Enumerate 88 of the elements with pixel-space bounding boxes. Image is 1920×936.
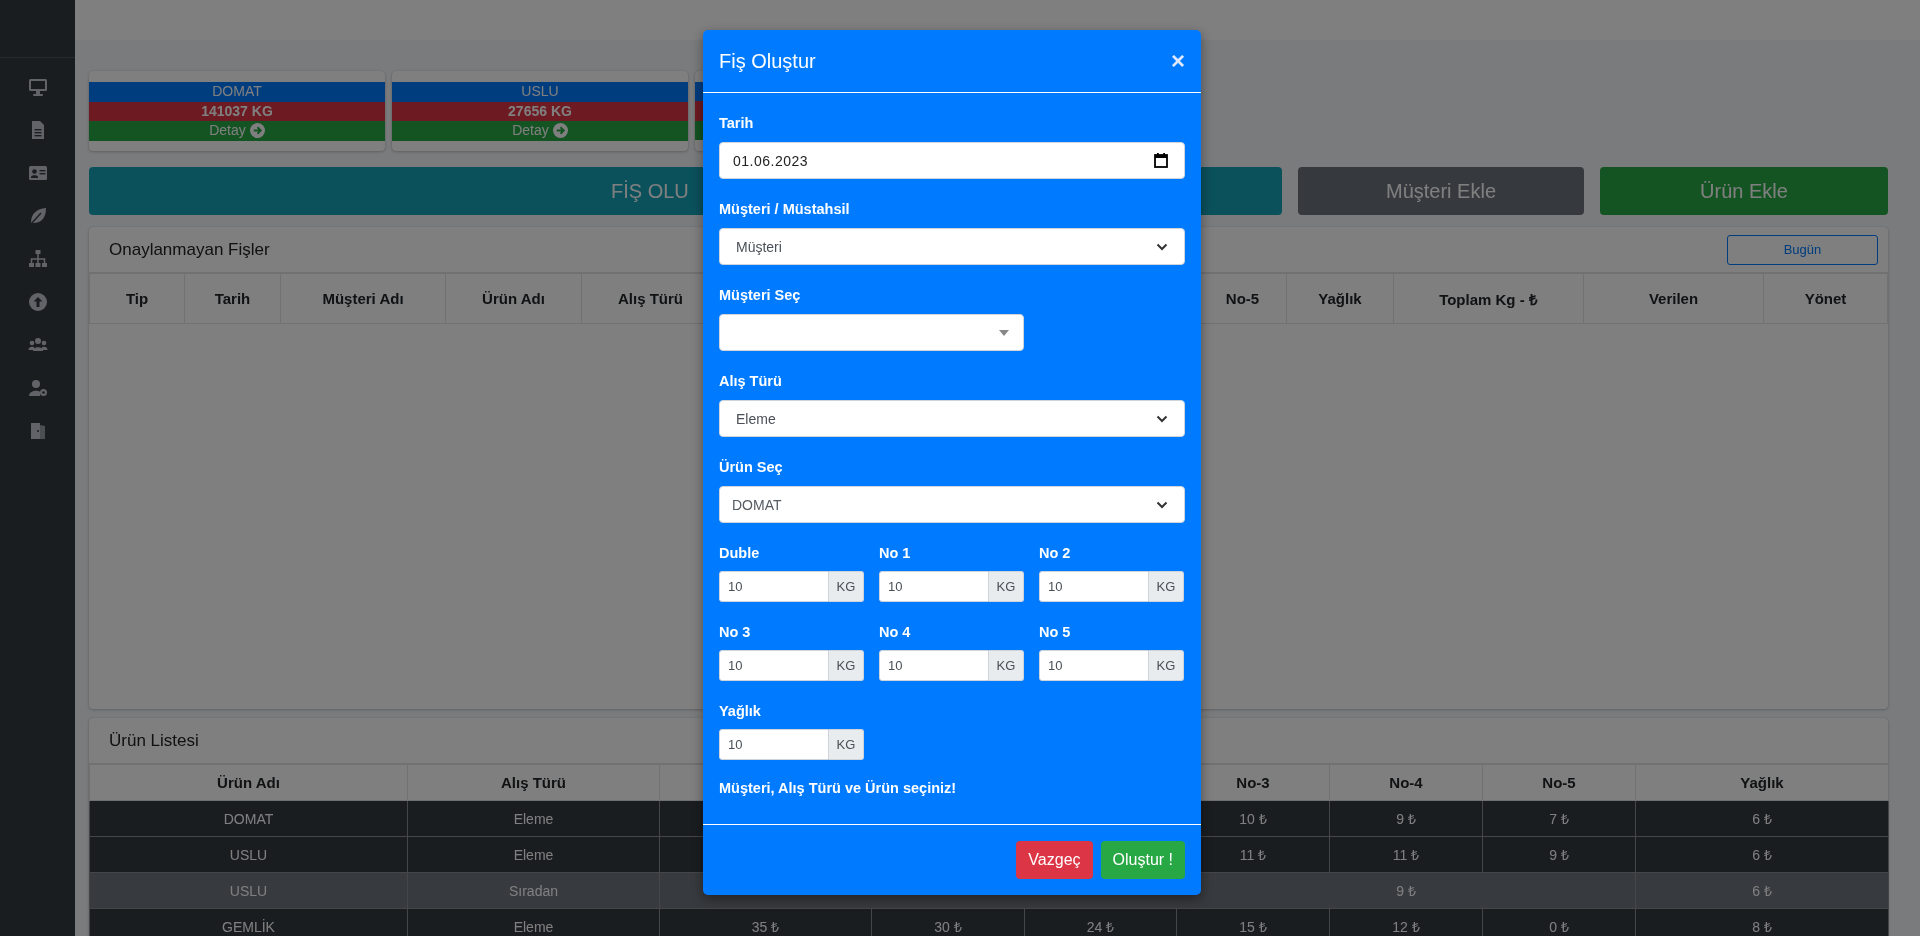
table-cell: DOMAT [89, 800, 408, 837]
column-header: No-5 [1482, 764, 1636, 801]
column-header: Yağlık [1286, 273, 1394, 324]
table-cell: 12 ₺ [1329, 908, 1483, 936]
select-field[interactable]: DOMAT [719, 486, 1185, 523]
input-field[interactable]: 10 [719, 571, 829, 602]
unit-label: KG [1149, 571, 1184, 602]
table-cell: Eleme [407, 908, 660, 936]
calendar-icon [1154, 153, 1168, 168]
table-cell: 9 ₺ [1329, 872, 1483, 909]
caret-icon [999, 329, 1009, 336]
id-card-icon[interactable] [27, 163, 48, 183]
field-label: Müşteri / Müstahsil [719, 200, 851, 218]
unit-label: KG [1149, 650, 1184, 681]
field-label: Duble [719, 544, 761, 562]
product-name: DOMAT [89, 82, 385, 102]
field-label: No 3 [719, 623, 752, 641]
select-field[interactable]: Müşteri [719, 228, 1185, 265]
table-cell: 6 ₺ [1635, 872, 1889, 909]
column-header: Müşteri Adı [280, 273, 446, 324]
unit-label: KG [829, 571, 864, 602]
column-header: Yönet [1763, 273, 1888, 324]
table-cell: Eleme [407, 800, 660, 837]
column-header: Alış Türü [407, 764, 660, 801]
table-cell: USLU [89, 872, 408, 909]
table-cell: 24 ₺ [1024, 908, 1177, 936]
table-cell: 35 ₺ [659, 908, 872, 936]
chevron-down-icon [1156, 414, 1168, 423]
column-header: Verilen [1583, 273, 1764, 324]
column-header: Tarih [184, 273, 281, 324]
input-field[interactable]: 10 [879, 650, 989, 681]
table-cell: 9 ₺ [1329, 800, 1483, 837]
table-cell: 9 ₺ [1482, 836, 1636, 873]
input-field[interactable]: 10 [1039, 650, 1149, 681]
table-cell: GEMLİK [89, 908, 408, 936]
input-field[interactable]: 10 [719, 729, 829, 760]
field-label: Ürün Seç [719, 458, 784, 476]
input-field[interactable]: 10 [719, 650, 829, 681]
arrow-right-icon [249, 123, 265, 139]
field-label: Müşteri Seç [719, 286, 802, 304]
column-header: Ürün Adı [89, 764, 408, 801]
table-cell: USLU [89, 836, 408, 873]
field-label: No 5 [1039, 623, 1072, 641]
user-settings-icon[interactable] [27, 378, 48, 398]
validation-message: Müşteri, Alış Türü ve Ürün seçiniz! [719, 780, 958, 796]
field-label: No 2 [1039, 544, 1072, 562]
input-field[interactable]: 10 [879, 571, 989, 602]
chevron-down-icon [1156, 242, 1168, 251]
arrow-right-icon [552, 123, 568, 139]
column-header: Toplam Kg - ₺ [1393, 273, 1584, 324]
stock-amount: 141037 KG [89, 101, 385, 121]
monitor-icon[interactable] [27, 77, 48, 97]
hierarchy-icon[interactable] [27, 249, 48, 269]
unit-label: KG [989, 571, 1024, 602]
table-cell: 0 ₺ [1482, 908, 1636, 936]
field-label: Alış Türü [719, 372, 783, 390]
field-label: Yağlık [719, 702, 762, 720]
select-field[interactable]: Eleme [719, 400, 1185, 437]
table-cell: 7 ₺ [1482, 800, 1636, 837]
field-label: Tarih [719, 114, 755, 132]
column-header: Ürün Adı [445, 273, 582, 324]
upload-icon[interactable] [27, 292, 48, 312]
table-cell: 6 ₺ [1635, 800, 1889, 837]
unit-label: KG [829, 650, 864, 681]
table-cell: 8 ₺ [1635, 908, 1889, 936]
field-label: No 4 [879, 623, 912, 641]
stock-amount: 27656 KG [392, 101, 688, 121]
input-field[interactable]: 10 [1039, 571, 1149, 602]
chevron-down-icon [1156, 500, 1168, 509]
column-header: No-4 [1329, 764, 1483, 801]
unit-label: KG [829, 729, 864, 760]
table-cell: 15 ₺ [1176, 908, 1330, 936]
column-header: Yağlık [1635, 764, 1889, 801]
table-cell: 30 ₺ [871, 908, 1025, 936]
date-field[interactable]: 01.06.2023 [719, 142, 1185, 179]
column-header: Tip [89, 273, 185, 324]
table-cell: Eleme [407, 836, 660, 873]
card-title: Ürün Listesi [109, 730, 199, 751]
modal-title: Fiş Oluştur [719, 49, 816, 73]
card-title: Onaylanmayan Fişler [109, 239, 270, 260]
table-cell: 6 ₺ [1635, 836, 1889, 873]
dialog-button[interactable]: Vazgeç [1016, 841, 1093, 879]
product-name: USLU [392, 82, 688, 102]
search-select-field[interactable] [719, 314, 1024, 351]
table-cell: 11 ₺ [1329, 836, 1483, 873]
field-label: No 1 [879, 544, 912, 562]
unit-label: KG [989, 650, 1024, 681]
table-cell: Sıradan [407, 872, 660, 909]
